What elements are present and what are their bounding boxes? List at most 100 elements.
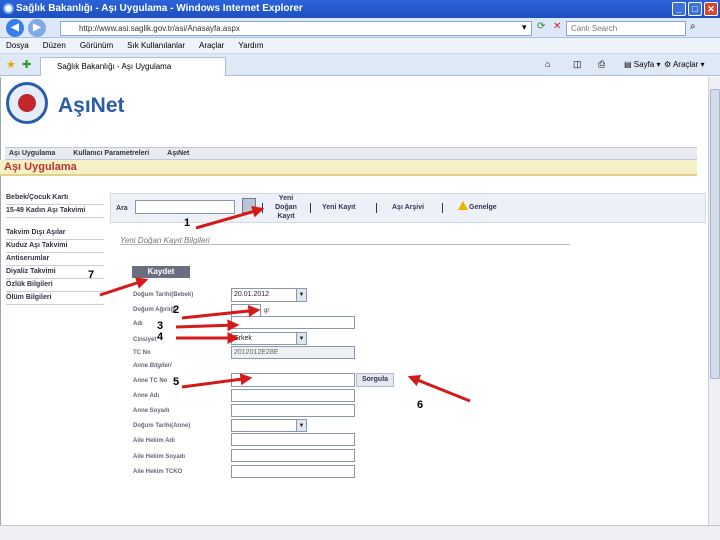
name-input[interactable] — [231, 316, 355, 329]
annotation-4: 4 — [157, 331, 164, 343]
sidebar-item-offschedule[interactable]: Takvim Dışı Aşılar — [6, 227, 104, 240]
mother-surname-input[interactable] — [231, 404, 355, 417]
maximize-button[interactable]: □ — [688, 2, 702, 16]
sidebar-item-rabies[interactable]: Kuduz Aşı Takvimi — [6, 240, 104, 253]
feeds-icon[interactable]: ◫ — [573, 59, 582, 70]
warning-icon — [458, 201, 468, 210]
sidebar-item-women-schedule[interactable]: 15-49 Kadın Aşı Takvimi — [6, 205, 104, 218]
birth-date-select[interactable]: 20.01.2012 ▼ — [231, 288, 307, 302]
toolbar-separator — [310, 203, 311, 213]
dropdown-icon[interactable]: ▾ — [522, 22, 527, 33]
page-title: Aşı Uygulama — [0, 160, 697, 176]
close-button[interactable]: ✕ — [704, 2, 718, 16]
form-divider — [120, 244, 570, 245]
mother-name-input[interactable] — [231, 389, 355, 402]
print-icon[interactable]: ⎙ — [598, 59, 605, 70]
name-label: Adı — [133, 321, 143, 327]
search-icon[interactable]: ⌕ — [690, 21, 696, 32]
favorites-star-icon[interactable]: ★ — [6, 58, 16, 71]
page-menu[interactable]: ▤ Sayfa ▾ — [624, 60, 661, 69]
mother-surname-label: Anne Soyadı — [133, 408, 170, 414]
home-icon[interactable]: ⌂ — [545, 59, 550, 69]
annotation-7: 7 — [88, 269, 95, 281]
tools-menu-label: Araçlar — [672, 60, 699, 69]
vertical-scrollbar[interactable] — [708, 77, 720, 525]
chevron-down-icon: ▼ — [296, 333, 306, 344]
head-tc-input[interactable] — [231, 465, 355, 478]
archive-link[interactable]: Aşı Arşivi — [392, 204, 424, 211]
menu-edit[interactable]: Düzen — [43, 41, 66, 50]
address-bar: ◀ ▶ http://www.asi.saglik.gov.tr/asi/Ana… — [0, 18, 720, 38]
save-button[interactable]: Kaydet — [132, 266, 190, 278]
record-search-input[interactable] — [135, 200, 235, 214]
head-name-input[interactable] — [231, 433, 355, 446]
forward-icon[interactable]: ▶ — [28, 19, 46, 37]
logo-emblem — [18, 94, 36, 112]
menu-favorites[interactable]: Sık Kullanılanlar — [127, 41, 185, 50]
minimize-button[interactable]: _ — [672, 2, 686, 16]
tools-menu[interactable]: ⚙ Araçlar ▾ — [664, 60, 705, 69]
search-label: Ara — [116, 205, 128, 212]
scroll-thumb[interactable] — [710, 89, 720, 379]
status-bar — [0, 525, 720, 540]
search-input[interactable]: Canlı Search — [566, 21, 686, 36]
birth-date-label: Doğum Tarihi(Bebek) — [133, 292, 194, 298]
toolbar-separator — [262, 203, 263, 213]
head-name-label: Aile Hekim Adı — [133, 438, 175, 444]
mother-dob-select[interactable]: ▼ — [231, 419, 307, 432]
menu-file[interactable]: Dosya — [6, 41, 29, 50]
url-input[interactable]: http://www.asi.saglik.gov.tr/asi/Anasayf… — [60, 21, 532, 36]
sidebar-item-baby-card[interactable]: Bebek/Çocuk Kartı — [6, 192, 104, 205]
gender-select[interactable]: Erkek ▼ — [231, 332, 307, 345]
search-button[interactable] — [242, 198, 256, 213]
mother-tc-label: Anne TC No — [133, 378, 168, 384]
annotation-1: 1 — [184, 217, 191, 229]
new-record-link[interactable]: Yeni Kayıt — [322, 204, 355, 211]
new-birth-link[interactable]: Yeni Doğan Kayıt — [268, 194, 304, 221]
mother-tc-input[interactable] — [231, 373, 355, 387]
weight-label: Doğum Ağırlığı — [133, 307, 176, 313]
chevron-down-icon: ▼ — [296, 420, 306, 431]
weight-unit: gr — [264, 308, 270, 314]
window-titlebar: Sağlık Bakanlığı - Aşı Uygulama - Window… — [0, 0, 720, 18]
birth-date-value: 20.01.2012 — [234, 291, 270, 298]
browser-tab[interactable]: Sağlık Bakanlığı - Aşı Uygulama — [40, 57, 226, 76]
annotation-5: 5 — [173, 376, 180, 388]
toolbar-separator — [376, 203, 377, 213]
ministry-logo — [6, 82, 48, 124]
gender-label: Cinsiyet — [133, 337, 157, 343]
sidebar-item-antiserum[interactable]: Antiserumlar — [6, 253, 104, 266]
annotation-6: 6 — [417, 399, 424, 411]
mother-section-title: Anne Bilgileri — [133, 363, 172, 369]
nav-vaccine-app[interactable]: Aşı Uygulama — [9, 150, 55, 157]
annotation-2: 2 — [173, 304, 180, 316]
page-menu-label: Sayfa — [633, 60, 655, 69]
menu-bar: Dosya Düzen Görünüm Sık Kullanılanlar Araçla… — [0, 38, 720, 54]
menu-tools[interactable]: Araçlar — [199, 41, 224, 50]
site-logo-text: AşıNet — [58, 94, 125, 117]
general-link[interactable]: Genelge — [469, 204, 497, 211]
mother-name-label: Anne Adı — [133, 393, 160, 399]
back-icon[interactable]: ◀ — [6, 19, 24, 37]
menu-view[interactable]: Görünüm — [80, 41, 113, 50]
tab-title: Sağlık Bakanlığı - Aşı Uygulama — [57, 62, 172, 71]
nav-user-params[interactable]: Kullanıcı Parametreleri — [73, 150, 149, 157]
gender-value: Erkek — [234, 335, 252, 342]
mother-dob-label: Doğum Tarihi(Anne) — [133, 423, 191, 429]
window-title: Sağlık Bakanlığı - Aşı Uygulama - Window… — [16, 3, 303, 14]
query-button[interactable]: Sorgula — [356, 373, 394, 387]
refresh-icon[interactable]: ⟳ — [537, 21, 545, 32]
sidebar-item-death-info[interactable]: Ölüm Bilgileri — [6, 292, 104, 305]
head-surname-label: Aile Hekim Soyadı — [133, 454, 186, 460]
head-surname-input[interactable] — [231, 449, 355, 462]
stop-icon[interactable]: ✕ — [553, 21, 561, 32]
tab-bar: ★ ✚ Sağlık Bakanlığı - Aşı Uygulama ⌂ ◫ … — [0, 54, 720, 76]
toolbar-separator — [442, 203, 443, 213]
add-favorite-icon[interactable]: ✚ — [22, 58, 31, 71]
tc-input[interactable]: 2012012E28E — [231, 346, 355, 359]
nav-asinet[interactable]: AşıNet — [167, 150, 189, 157]
menu-help[interactable]: Yardım — [238, 41, 263, 50]
ie-icon — [3, 3, 14, 14]
head-tc-label: Aile Hekim TCKO — [133, 469, 183, 475]
chevron-down-icon: ▼ — [296, 289, 306, 301]
